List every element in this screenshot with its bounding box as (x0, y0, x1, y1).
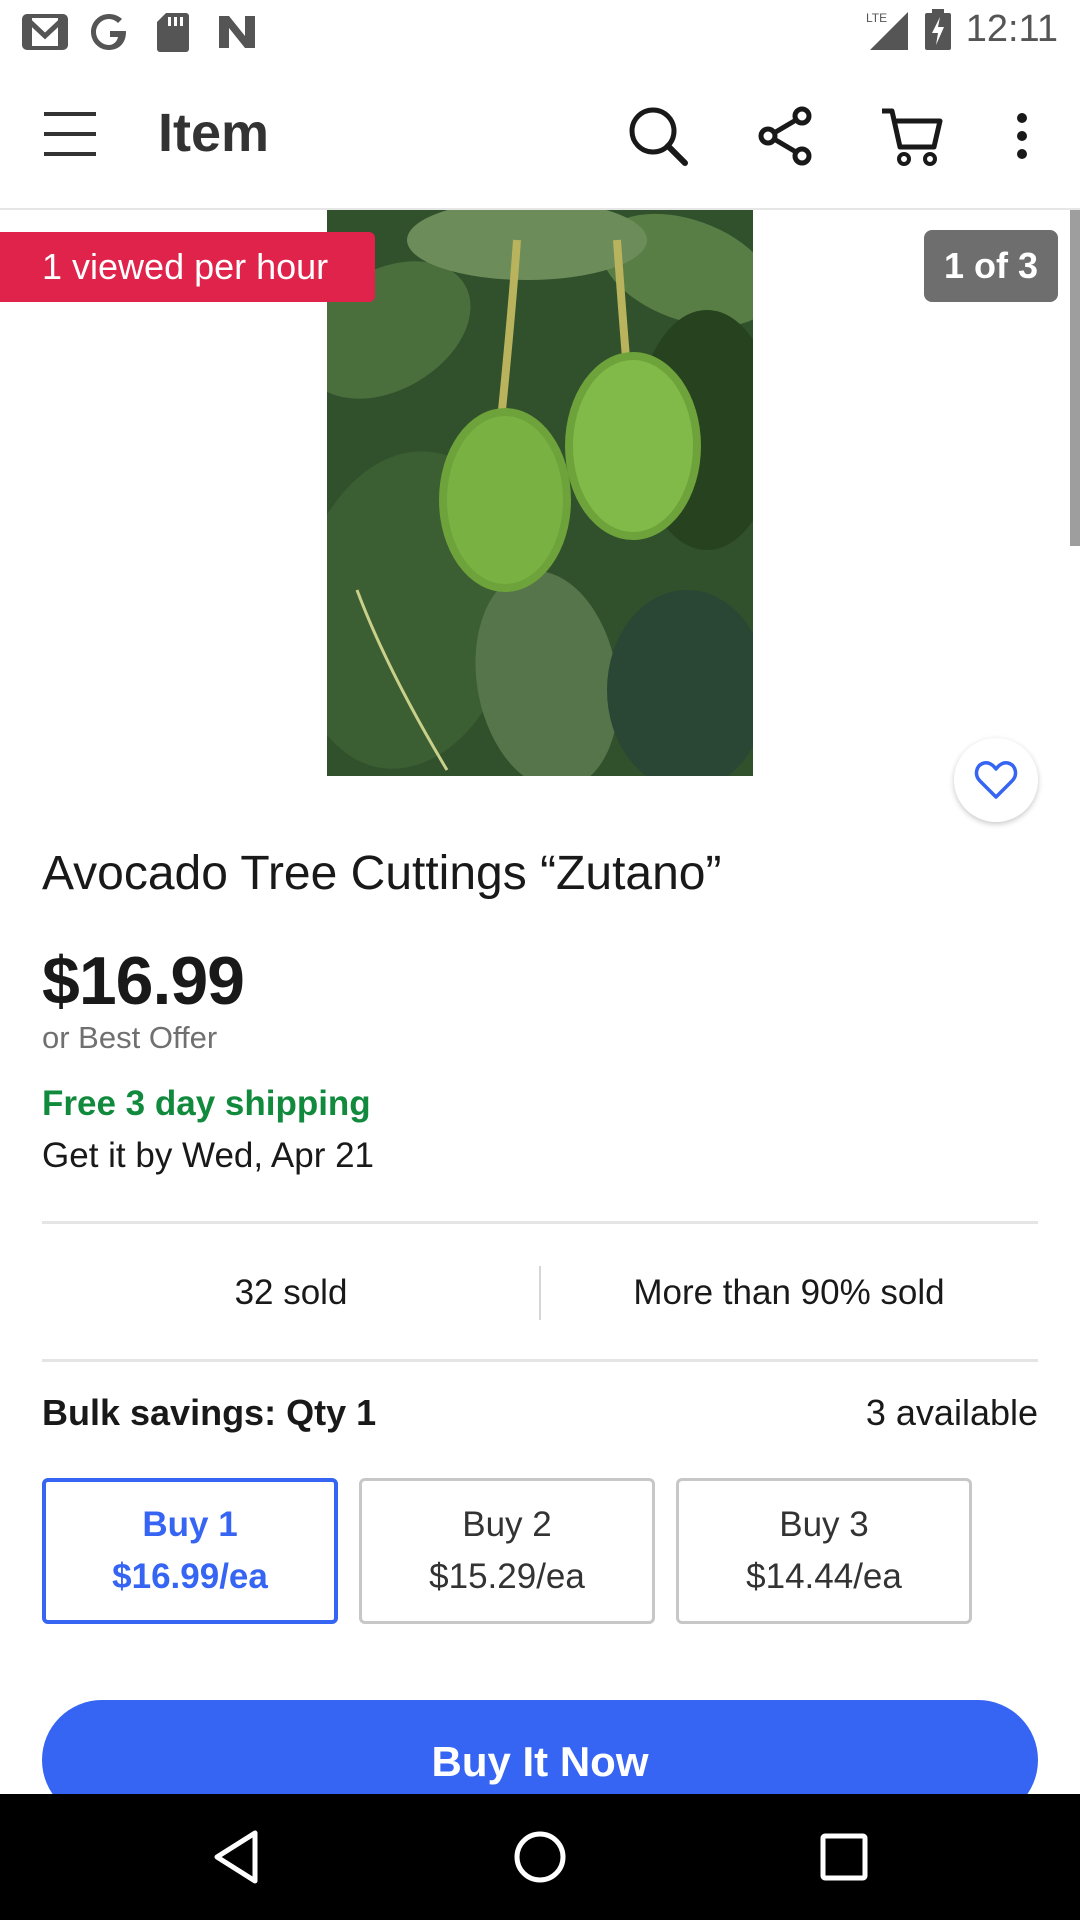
signal-icon: LTE (866, 11, 908, 50)
menu-icon[interactable] (42, 108, 102, 168)
item-photo[interactable] (327, 210, 753, 776)
share-icon[interactable] (754, 104, 818, 168)
views-badge: 1 viewed per hour (0, 232, 375, 302)
google-icon (86, 10, 132, 54)
shipping-info: Free 3 day shipping (42, 1084, 371, 1123)
option-quantity: Buy 3 (779, 1505, 869, 1544)
gmail-icon (22, 10, 68, 54)
battery-icon (924, 8, 951, 50)
status-bar-system: LTE 12:11 (866, 8, 1058, 51)
option-price: $14.44/ea (746, 1557, 902, 1596)
status-time: 12:11 (965, 8, 1058, 50)
page-title: Item (158, 103, 270, 163)
option-quantity: Buy 1 (142, 1505, 238, 1544)
more-vert-icon[interactable] (990, 104, 1054, 168)
buy-1-option[interactable]: Buy 1 $16.99/ea (42, 1478, 338, 1624)
system-nav-bar (0, 1794, 1080, 1920)
svg-text:LTE: LTE (866, 11, 887, 25)
sales-stats: 32 sold More than 90% sold (42, 1224, 1038, 1362)
app-bar: Item (0, 64, 1080, 210)
image-gallery[interactable]: 1 viewed per hour 1 of 3 (0, 210, 1080, 822)
buy-3-option[interactable]: Buy 3 $14.44/ea (676, 1478, 972, 1624)
available-count: 3 available (865, 1392, 1038, 1433)
sd-card-icon (150, 10, 196, 54)
divider (42, 1359, 1038, 1362)
status-bar: LTE 12:11 (0, 0, 1080, 64)
option-price: $15.29/ea (429, 1557, 585, 1596)
item-title: Avocado Tree Cuttings “Zutano” (42, 847, 722, 900)
search-icon[interactable] (626, 104, 690, 168)
status-bar-notifications (22, 10, 260, 54)
scrollbar[interactable] (1070, 210, 1080, 546)
option-quantity: Buy 2 (462, 1505, 552, 1544)
sold-count: 32 sold (234, 1273, 348, 1312)
option-price: $16.99/ea (112, 1557, 268, 1596)
n-icon (214, 10, 260, 54)
best-offer-label: or Best Offer (42, 1020, 218, 1055)
home-icon[interactable] (505, 1822, 575, 1892)
recents-icon[interactable] (809, 1822, 879, 1892)
bulk-savings-label: Bulk savings: Qty 1 (42, 1392, 377, 1433)
item-price: $16.99 (42, 943, 245, 1019)
image-counter: 1 of 3 (924, 230, 1058, 302)
buy-2-option[interactable]: Buy 2 $15.29/ea (359, 1478, 655, 1624)
back-icon[interactable] (201, 1822, 271, 1892)
heart-icon (974, 761, 1018, 799)
delivery-estimate: Get it by Wed, Apr 21 (42, 1136, 375, 1175)
sold-percent: More than 90% sold (633, 1273, 945, 1312)
cart-icon[interactable] (880, 104, 944, 168)
watch-button[interactable] (954, 738, 1038, 822)
